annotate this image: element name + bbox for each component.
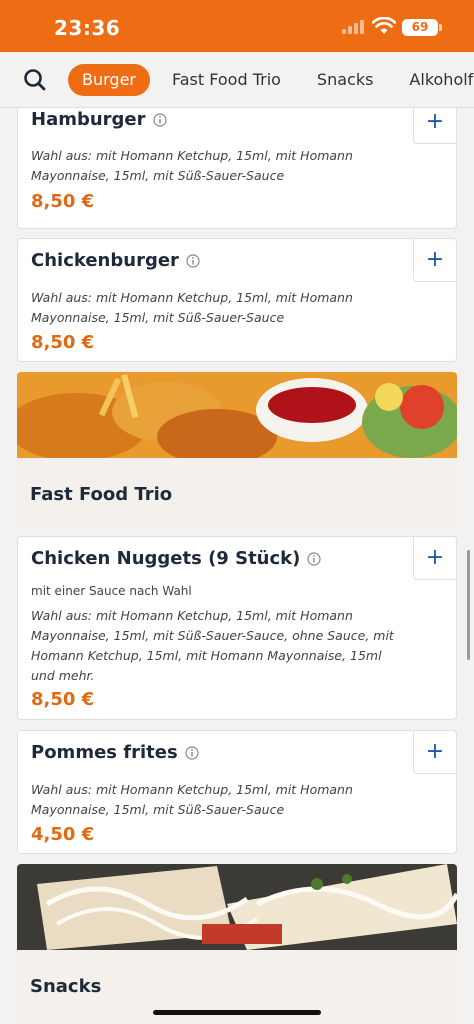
status-time: 23:36	[54, 16, 121, 40]
menu-item-chickenburger[interactable]: Chickenburger + Wahl aus: mit Homann Ket…	[17, 238, 457, 362]
battery-icon: 69	[402, 19, 438, 36]
scrollbar[interactable]	[467, 550, 470, 660]
search-icon[interactable]	[20, 65, 50, 95]
tab-fast-food-trio[interactable]: Fast Food Trio	[158, 64, 295, 96]
item-title: Chickenburger	[31, 250, 200, 271]
item-price: 8,50 €	[31, 689, 95, 710]
add-hamburger-button[interactable]: +	[413, 108, 457, 144]
add-chickenburger-button[interactable]: +	[413, 238, 457, 282]
tab-alkoholfrei[interactable]: Alkoholfrei	[395, 64, 474, 96]
item-title: Chicken Nuggets (9 Stück)	[31, 548, 321, 569]
item-title: Hamburger	[31, 109, 167, 130]
home-indicator[interactable]	[153, 1010, 321, 1015]
category-nav: Burger Fast Food Trio Snacks Alkoholfrei	[0, 52, 474, 108]
info-icon[interactable]	[186, 253, 200, 268]
menu-item-hamburger[interactable]: Hamburger + Wahl aus: mit Homann Ketchup…	[17, 108, 457, 229]
info-icon[interactable]	[185, 745, 199, 760]
menu-item-chicken-nuggets[interactable]: Chicken Nuggets (9 Stück) + mit einer Sa…	[17, 536, 457, 720]
category-image-snacks	[17, 864, 457, 950]
item-price: 8,50 €	[31, 191, 95, 212]
category-fast-food-trio[interactable]: Fast Food Trio	[17, 372, 457, 526]
info-icon[interactable]	[307, 551, 321, 566]
category-title: Fast Food Trio	[30, 484, 173, 505]
item-short-description: mit einer Sauce nach Wahl	[31, 584, 192, 598]
category-title: Snacks	[30, 976, 102, 997]
category-tabs: Burger Fast Food Trio Snacks Alkoholfrei	[68, 64, 474, 96]
menu-item-pommes-frites[interactable]: Pommes frites + Wahl aus: mit Homann Ket…	[17, 730, 457, 854]
info-icon[interactable]	[152, 112, 167, 127]
add-pommes-frites-button[interactable]: +	[413, 730, 457, 774]
tab-snacks[interactable]: Snacks	[303, 64, 388, 96]
item-description: Wahl aus: mit Homann Ketchup, 15ml, mit …	[31, 148, 353, 183]
item-price: 8,50 €	[31, 332, 95, 353]
item-description: Wahl aus: mit Homann Ketchup, 15ml, mit …	[31, 290, 353, 325]
wifi-icon	[372, 17, 396, 34]
item-title: Pommes frites	[31, 742, 199, 763]
item-price: 4,50 €	[31, 824, 95, 845]
item-description: Wahl aus: mit Homann Ketchup, 15ml, mit …	[31, 608, 394, 683]
add-chicken-nuggets-button[interactable]: +	[413, 536, 457, 580]
item-description: Wahl aus: mit Homann Ketchup, 15ml, mit …	[31, 782, 353, 817]
battery-tip	[439, 24, 442, 31]
menu-list: Hamburger + Wahl aus: mit Homann Ketchup…	[0, 108, 474, 1024]
status-bar: 23:36 69	[0, 0, 474, 52]
category-image-fast-food-trio	[17, 372, 457, 458]
tab-burger[interactable]: Burger	[68, 64, 150, 96]
signal-icon	[342, 20, 366, 34]
category-snacks[interactable]: Snacks	[17, 864, 457, 1024]
